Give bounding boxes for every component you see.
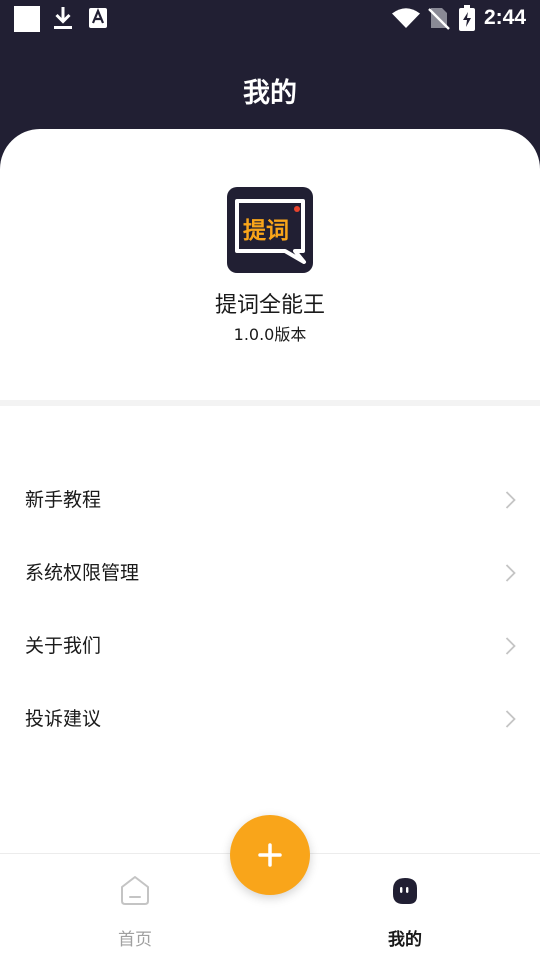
app-version: 1.0.0版本 (233, 325, 307, 344)
speech-bubble-icon: 提词 (235, 199, 306, 264)
chevron-right-icon (505, 491, 516, 509)
no-sim-icon (428, 8, 450, 30)
app-logo-text: 提词 (243, 217, 289, 244)
chevron-right-icon (505, 637, 516, 655)
page-title: 我的 (243, 78, 297, 109)
menu-item-label: 新手教程 (25, 489, 102, 511)
section-divider (0, 400, 540, 406)
chevron-right-icon (505, 710, 516, 728)
status-time: 2:44 (484, 6, 527, 29)
app-info-card: 提词 提词全能王 1.0.0版本 (0, 129, 540, 400)
battery-charging-icon (459, 5, 475, 31)
menu-item-label: 关于我们 (25, 635, 102, 657)
tab-mine[interactable]: 我的 (305, 854, 505, 961)
app-logo: 提词 (227, 187, 313, 273)
plus-icon (258, 843, 282, 867)
status-bar: 2:44 (0, 0, 540, 36)
home-icon (121, 876, 149, 905)
notification-square-icon (14, 6, 40, 32)
mine-icon (393, 878, 417, 904)
a-icon (89, 8, 107, 28)
chevron-right-icon (505, 564, 516, 582)
menu-item-feedback[interactable]: 投诉建议 (0, 683, 540, 756)
menu-item-label: 系统权限管理 (25, 562, 140, 584)
tab-mine-label: 我的 (388, 930, 422, 950)
menu-item-tutorial[interactable]: 新手教程 (0, 464, 540, 537)
menu-item-permissions[interactable]: 系统权限管理 (0, 537, 540, 610)
settings-menu: 新手教程 系统权限管理 关于我们 投诉建议 (0, 464, 540, 756)
tab-home[interactable]: 首页 (35, 854, 235, 961)
tab-home-label: 首页 (118, 930, 152, 950)
add-button[interactable] (230, 815, 310, 895)
download-icon (54, 7, 72, 29)
menu-item-label: 投诉建议 (25, 708, 102, 730)
app-name: 提词全能王 (214, 293, 325, 318)
wifi-icon (392, 8, 420, 28)
menu-item-about[interactable]: 关于我们 (0, 610, 540, 683)
